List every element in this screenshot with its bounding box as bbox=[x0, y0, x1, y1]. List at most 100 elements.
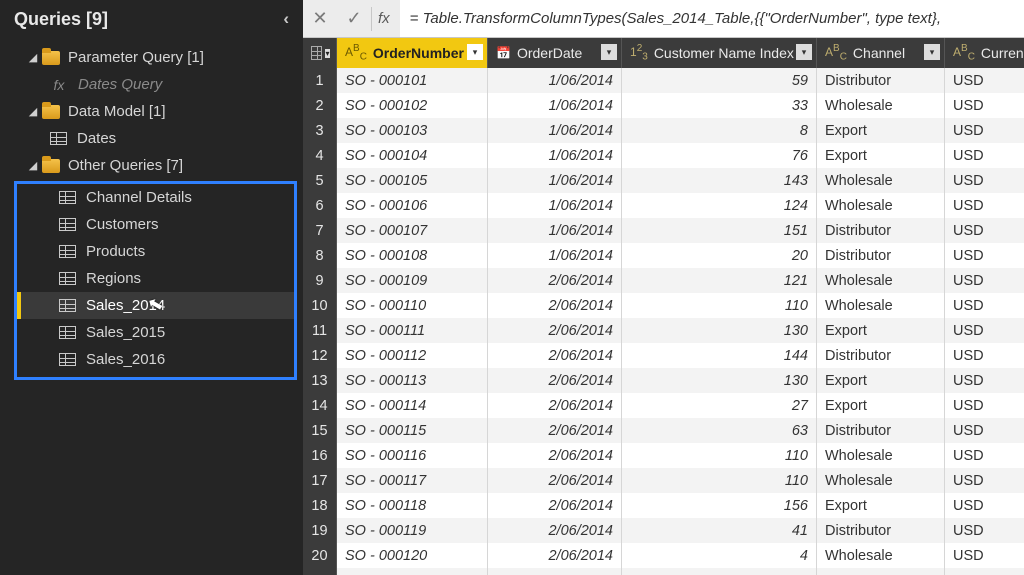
folder-parameter-query[interactable]: ◢ Parameter Query [1] bbox=[8, 44, 303, 71]
caret-down-icon[interactable]: ◢ bbox=[26, 159, 40, 172]
cell-customername[interactable]: 121 bbox=[622, 268, 817, 293]
query-dates-query[interactable]: fx Dates Query bbox=[8, 71, 303, 98]
table-row[interactable]: 1SO - 0001011/06/201459DistributorUSD bbox=[303, 68, 1024, 93]
cell-orderdate[interactable]: 2/06/2014 bbox=[488, 268, 622, 293]
table-row[interactable]: 4SO - 0001041/06/201476ExportUSD bbox=[303, 143, 1024, 168]
query-sales-2016[interactable]: Sales_2016 bbox=[17, 346, 294, 373]
cell-orderdate[interactable]: 2/06/2014 bbox=[488, 518, 622, 543]
column-header-ordernumber[interactable]: ABC OrderNumber ▾ bbox=[337, 38, 488, 68]
chevron-down-icon[interactable]: ▾ bbox=[325, 49, 330, 58]
cell-orderdate[interactable] bbox=[488, 568, 622, 575]
row-number[interactable]: 4 bbox=[303, 143, 337, 168]
cell-customername[interactable]: 41 bbox=[622, 518, 817, 543]
cell-currency[interactable]: USD bbox=[945, 518, 1024, 543]
cell-channel[interactable]: Export bbox=[817, 393, 945, 418]
cell-currency[interactable]: USD bbox=[945, 143, 1024, 168]
cell-channel[interactable]: Export bbox=[817, 143, 945, 168]
chevron-down-icon[interactable]: ▾ bbox=[924, 44, 940, 60]
row-number[interactable]: 19 bbox=[303, 518, 337, 543]
cell-customername[interactable]: 144 bbox=[622, 343, 817, 368]
cell-currency[interactable]: USD bbox=[945, 243, 1024, 268]
cell-currency[interactable]: USD bbox=[945, 493, 1024, 518]
table-row[interactable]: 6SO - 0001061/06/2014124WholesaleUSD bbox=[303, 193, 1024, 218]
cell-ordernumber[interactable]: SO - 000111 bbox=[337, 318, 488, 343]
cell-orderdate[interactable]: 2/06/2014 bbox=[488, 343, 622, 368]
column-header-orderdate[interactable]: 📅 OrderDate ▾ bbox=[488, 38, 622, 68]
cell-customername[interactable]: 33 bbox=[622, 93, 817, 118]
row-number[interactable]: 13 bbox=[303, 368, 337, 393]
cell-channel[interactable] bbox=[817, 568, 945, 575]
cell-channel[interactable]: Export bbox=[817, 368, 945, 393]
chevron-down-icon[interactable]: ▾ bbox=[467, 44, 483, 60]
cell-orderdate[interactable]: 2/06/2014 bbox=[488, 543, 622, 568]
cell-customername[interactable]: 112 bbox=[622, 568, 817, 575]
cell-channel[interactable]: Distributor bbox=[817, 518, 945, 543]
query-products[interactable]: Products bbox=[17, 238, 294, 265]
cell-ordernumber[interactable]: SO - 000109 bbox=[337, 268, 488, 293]
row-number[interactable]: 8 bbox=[303, 243, 337, 268]
query-sales-2014[interactable]: Sales_2014 bbox=[17, 292, 294, 319]
cell-channel[interactable]: Wholesale bbox=[817, 443, 945, 468]
table-row[interactable]: 10SO - 0001102/06/2014110WholesaleUSD bbox=[303, 293, 1024, 318]
row-number[interactable]: 18 bbox=[303, 493, 337, 518]
table-row[interactable]: 9SO - 0001092/06/2014121WholesaleUSD bbox=[303, 268, 1024, 293]
cell-ordernumber[interactable]: SO - 000113 bbox=[337, 368, 488, 393]
cell-ordernumber[interactable] bbox=[337, 568, 488, 575]
cell-customername[interactable]: 110 bbox=[622, 293, 817, 318]
cell-channel[interactable]: Distributor bbox=[817, 68, 945, 93]
cell-currency[interactable]: USD bbox=[945, 168, 1024, 193]
table-row[interactable]: 8SO - 0001081/06/201420DistributorUSD bbox=[303, 243, 1024, 268]
query-customers[interactable]: Customers bbox=[17, 211, 294, 238]
cell-currency[interactable]: USD bbox=[945, 418, 1024, 443]
cell-customername[interactable]: 4 bbox=[622, 543, 817, 568]
table-row[interactable]: 3SO - 0001031/06/20148ExportUSD bbox=[303, 118, 1024, 143]
cell-ordernumber[interactable]: SO - 000120 bbox=[337, 543, 488, 568]
cell-ordernumber[interactable]: SO - 000117 bbox=[337, 468, 488, 493]
table-row[interactable]: 13SO - 0001132/06/2014130ExportUSD bbox=[303, 368, 1024, 393]
cell-channel[interactable]: Wholesale bbox=[817, 168, 945, 193]
cell-customername[interactable]: 156 bbox=[622, 493, 817, 518]
row-number[interactable]: 1 bbox=[303, 68, 337, 93]
cell-channel[interactable]: Wholesale bbox=[817, 268, 945, 293]
cell-channel[interactable]: Wholesale bbox=[817, 468, 945, 493]
row-number[interactable]: 6 bbox=[303, 193, 337, 218]
collapse-icon[interactable]: ‹ bbox=[283, 9, 289, 29]
chevron-down-icon[interactable]: ▾ bbox=[601, 44, 617, 60]
cell-ordernumber[interactable]: SO - 000119 bbox=[337, 518, 488, 543]
row-number[interactable]: 5 bbox=[303, 168, 337, 193]
row-number[interactable]: 14 bbox=[303, 393, 337, 418]
chevron-down-icon[interactable]: ▾ bbox=[796, 44, 812, 60]
cell-currency[interactable]: USD bbox=[945, 68, 1024, 93]
cell-customername[interactable]: 130 bbox=[622, 368, 817, 393]
cell-orderdate[interactable]: 2/06/2014 bbox=[488, 468, 622, 493]
cell-orderdate[interactable]: 1/06/2014 bbox=[488, 118, 622, 143]
row-number[interactable]: 20 bbox=[303, 543, 337, 568]
cell-orderdate[interactable]: 1/06/2014 bbox=[488, 143, 622, 168]
table-row[interactable]: 20SO - 0001202/06/20144WholesaleUSD bbox=[303, 543, 1024, 568]
row-number[interactable]: 7 bbox=[303, 218, 337, 243]
row-number[interactable]: 15 bbox=[303, 418, 337, 443]
caret-down-icon[interactable]: ◢ bbox=[26, 51, 40, 64]
row-number[interactable]: 11 bbox=[303, 318, 337, 343]
cell-ordernumber[interactable]: SO - 000110 bbox=[337, 293, 488, 318]
cell-customername[interactable]: 143 bbox=[622, 168, 817, 193]
cell-ordernumber[interactable]: SO - 000101 bbox=[337, 68, 488, 93]
table-row[interactable]: 16SO - 0001162/06/2014110WholesaleUSD bbox=[303, 443, 1024, 468]
caret-down-icon[interactable]: ◢ bbox=[26, 105, 40, 118]
row-number[interactable]: 16 bbox=[303, 443, 337, 468]
cell-currency[interactable]: USD bbox=[945, 543, 1024, 568]
cancel-formula-button[interactable]: ✕ bbox=[303, 0, 337, 37]
table-row[interactable]: 15SO - 0001152/06/201463DistributorUSD bbox=[303, 418, 1024, 443]
cell-customername[interactable]: 27 bbox=[622, 393, 817, 418]
cell-ordernumber[interactable]: SO - 000114 bbox=[337, 393, 488, 418]
formula-input[interactable] bbox=[400, 0, 1024, 37]
cell-orderdate[interactable]: 2/06/2014 bbox=[488, 443, 622, 468]
cell-orderdate[interactable]: 2/06/2014 bbox=[488, 318, 622, 343]
cell-orderdate[interactable]: 2/06/2014 bbox=[488, 293, 622, 318]
cell-customername[interactable]: 20 bbox=[622, 243, 817, 268]
table-row[interactable]: 11SO - 0001112/06/2014130ExportUSD bbox=[303, 318, 1024, 343]
cell-ordernumber[interactable]: SO - 000108 bbox=[337, 243, 488, 268]
cell-channel[interactable]: Distributor bbox=[817, 218, 945, 243]
cell-customername[interactable]: 110 bbox=[622, 468, 817, 493]
row-number[interactable]: 12 bbox=[303, 343, 337, 368]
